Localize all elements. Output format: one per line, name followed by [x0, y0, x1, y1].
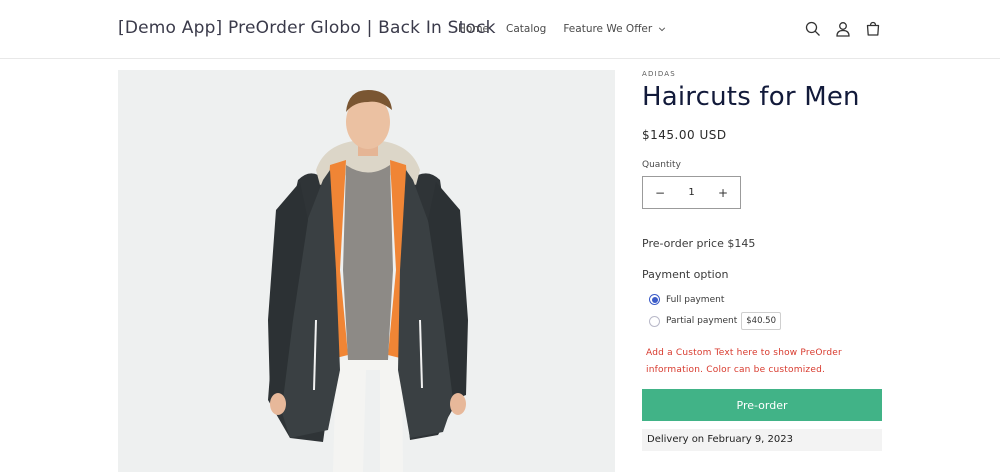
product-title: Haircuts for Men [642, 82, 860, 112]
main-nav: Home Catalog Feature We Offer [458, 23, 666, 35]
account-icon[interactable] [833, 19, 853, 39]
product-photo-illustration [118, 70, 615, 472]
product-vendor: ADIDAS [642, 70, 676, 78]
chevron-down-icon [659, 27, 666, 32]
nav-features-dropdown[interactable]: Feature We Offer [563, 23, 666, 35]
cart-icon[interactable] [863, 19, 883, 39]
full-payment-label: Full payment [666, 294, 725, 305]
quantity-decrease-button[interactable]: − [653, 186, 667, 200]
quantity-stepper: − 1 + [642, 176, 741, 209]
nav-catalog-link[interactable]: Catalog [506, 23, 546, 35]
product-image[interactable] [118, 70, 615, 472]
payment-option-partial[interactable]: Partial payment $40.50 [649, 312, 781, 330]
quantity-input[interactable]: 1 [688, 187, 694, 198]
search-icon[interactable] [803, 19, 823, 39]
delivery-date-text: Delivery on February 9, 2023 [642, 429, 882, 451]
nav-home-link[interactable]: Home [458, 23, 489, 35]
quantity-label: Quantity [642, 160, 681, 170]
preorder-custom-text: Add a Custom Text here to show PreOrder … [646, 348, 842, 375]
nav-features-label: Feature We Offer [563, 23, 653, 35]
payment-option-full[interactable]: Full payment [649, 294, 724, 305]
preorder-button[interactable]: Pre-order [642, 389, 882, 421]
payment-option-label: Payment option [642, 268, 729, 281]
site-header: [Demo App] PreOrder Globo | Back In Stoc… [0, 0, 1000, 59]
quantity-increase-button[interactable]: + [716, 186, 730, 200]
preorder-price-text: Pre-order price $145 [642, 237, 756, 250]
partial-payment-amount-badge: $40.50 [741, 312, 781, 330]
partial-payment-label: Partial payment [666, 316, 738, 326]
site-title[interactable]: [Demo App] PreOrder Globo | Back In Stoc… [118, 18, 496, 38]
header-icons [793, 19, 883, 39]
partial-payment-radio[interactable] [649, 315, 660, 327]
product-price: $145.00 USD [642, 128, 727, 142]
full-payment-radio[interactable] [649, 294, 660, 305]
